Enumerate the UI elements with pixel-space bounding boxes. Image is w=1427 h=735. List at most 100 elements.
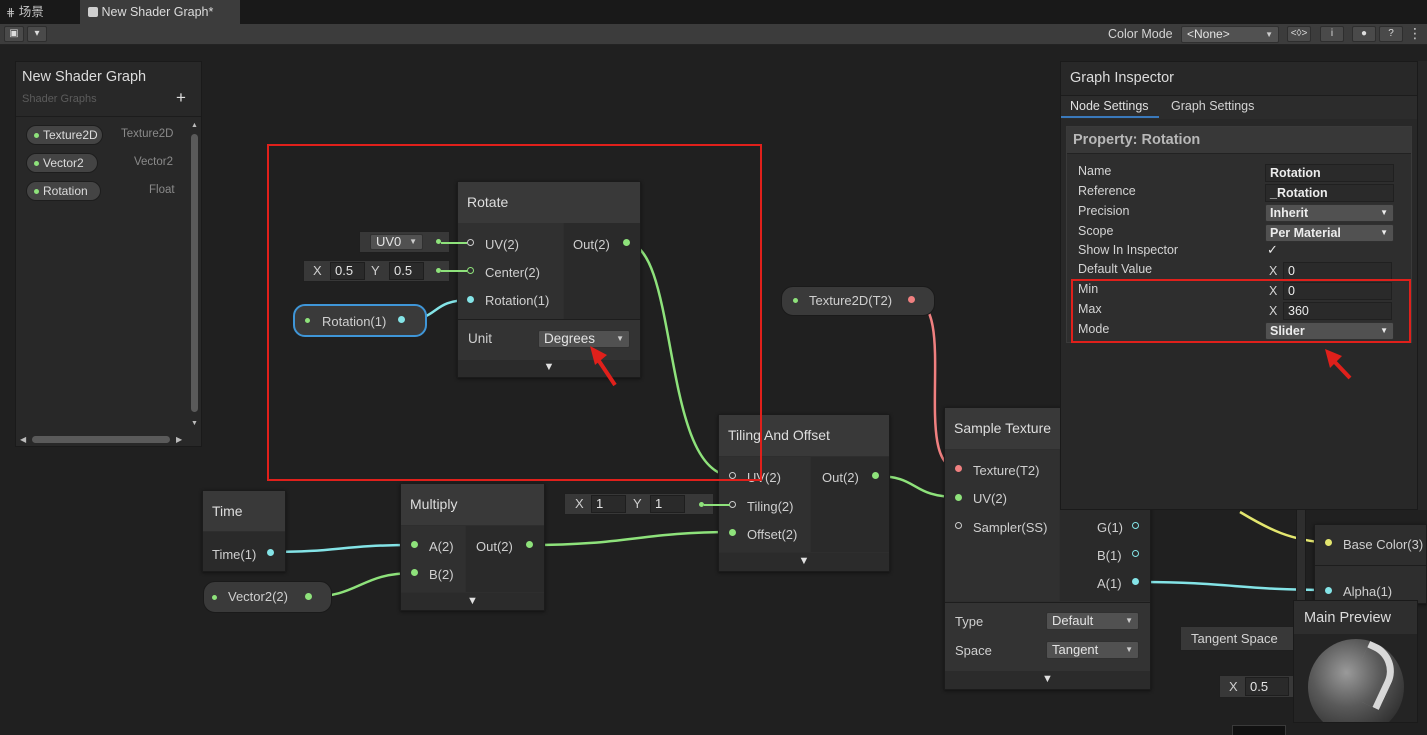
space-select[interactable]: Tangent ▼ [1046,641,1139,659]
time-node-title[interactable]: Time [203,491,285,531]
annotation-arrow-mode [1325,349,1352,380]
blackboard-panel: New Shader Graph Shader Graphs + Texture… [15,61,202,447]
tiling-y-field[interactable]: 1 [650,495,685,513]
vertical-scrollbar[interactable]: ▲ ▼ [190,122,200,430]
texture2d-property-label: Texture2D(T2) [809,293,893,308]
texture2d-output-port[interactable] [908,296,915,303]
vector2-property-label: Vector2(2) [228,589,288,604]
show-in-inspector-checkbox[interactable]: ✓ [1267,242,1278,258]
multiply-b-label: B(2) [429,567,454,582]
g-output-port[interactable] [1132,522,1139,529]
blackboard-item-texture2d[interactable]: Texture2D [26,125,103,145]
scope-value: Per Material [1270,226,1341,240]
vector2-property-node[interactable]: Vector2(2) [203,581,332,613]
a-output-port[interactable] [1132,578,1139,585]
precision-select[interactable]: Inherit ▼ [1265,204,1394,222]
name-label: Name [1078,164,1112,178]
blackboard-item-label: Rotation [43,184,88,198]
wire-multiply-to-tiling [529,530,734,547]
multiply-node[interactable]: Multiply ▼ [400,483,545,611]
preview-viewport[interactable] [1294,634,1417,722]
blackboard-item-rotation[interactable]: Rotation [26,181,101,201]
sampler-label: Sampler(SS) [973,520,1048,535]
precision-label: Precision [1078,204,1130,218]
default-x-label: X [1269,264,1278,278]
multiply-a-port[interactable] [411,541,418,548]
time-output-label: Time(1) [212,547,257,562]
multiply-output-port[interactable] [526,541,533,548]
b-output-port[interactable] [1132,550,1139,557]
vector2-output-port[interactable] [305,593,312,600]
alpha-port[interactable] [1325,587,1332,594]
blackboard-subtitle: Shader Graphs [22,93,97,105]
add-property-button[interactable]: + [176,88,186,108]
sample-texture-input-label: Texture(T2) [973,463,1040,478]
tiling-collapse[interactable]: ▼ [719,553,889,571]
g-output-label: G(1) [1097,520,1123,535]
multiply-b-port[interactable] [411,569,418,576]
sample-texture-collapse[interactable]: ▼ [945,671,1150,689]
tiling-offset-port[interactable] [729,529,736,536]
scroll-right-icon[interactable]: ▶ [176,435,182,444]
annotation-arrow-unit [590,346,617,387]
multiply-node-title[interactable]: Multiply [401,484,544,525]
main-preview-panel[interactable]: Main Preview [1293,600,1418,723]
sample-uv-label: UV(2) [973,491,1007,506]
tiling-tiling-port[interactable] [729,501,736,508]
chevron-down-icon[interactable]: ▼ [401,595,544,607]
sample-texture-input-port[interactable] [955,465,962,472]
horizontal-scrollbar[interactable]: ◀ ▶ [18,435,186,445]
scrollbar-thumb[interactable] [32,436,170,443]
tiling-x-field[interactable]: 1 [591,495,626,513]
sample-uv-port[interactable] [955,494,962,501]
wire-time-to-multiply [269,543,415,554]
scrollbar-thumb[interactable] [191,134,198,412]
space-label: Space [955,643,992,658]
main-preview-title: Main Preview [1304,610,1392,626]
annotation-box-rotate [267,144,762,481]
reference-label: Reference [1078,184,1136,198]
scroll-up-icon[interactable]: ▲ [191,122,198,129]
scroll-left-icon[interactable]: ◀ [20,435,26,444]
multiply-outputs [466,526,544,592]
reference-field[interactable]: _Rotation [1265,184,1394,202]
tiling-x-label: X [575,496,584,511]
blackboard-item-type: Float [149,184,175,196]
property-dot [793,298,798,303]
multiply-a-label: A(2) [429,539,454,554]
default-value-field[interactable]: 0 [1283,262,1392,280]
scroll-down-icon[interactable]: ▼ [191,420,198,427]
blackboard-item-label: Texture2D [43,128,98,142]
sampler-port[interactable] [955,522,962,529]
multiply-collapse[interactable]: ▼ [401,593,544,610]
base-color-port[interactable] [1325,539,1332,546]
property-section-title: Property: Rotation [1073,132,1201,148]
blackboard-item-type: Vector2 [134,156,173,168]
base-color-label: Base Color(3) [1343,537,1424,552]
precision-value: Inherit [1270,206,1309,220]
tab-node-settings[interactable]: Node Settings [1061,95,1159,118]
space-value: Tangent [1052,642,1099,657]
chevron-down-icon[interactable]: ▼ [945,673,1150,685]
tangent-space-field[interactable]: Tangent Space [1180,626,1294,651]
tab-graph-settings-label: Graph Settings [1171,99,1255,113]
bottom-x-field[interactable]: 0.5 [1245,677,1289,696]
tiling-tiling-label: Tiling(2) [747,499,794,514]
tiling-output-port[interactable] [872,472,879,479]
tiling-y-label: Y [633,496,642,511]
chevron-down-icon: ▼ [1125,645,1133,654]
tab-graph-settings[interactable]: Graph Settings [1164,95,1260,118]
inline-wire [704,504,730,506]
type-select[interactable]: Default ▼ [1046,612,1139,630]
b-output-label: B(1) [1097,548,1122,563]
time-output-port[interactable] [267,549,274,556]
alpha-label: Alpha(1) [1343,584,1393,599]
multiply-output-label: Out(2) [476,539,513,554]
tab-node-settings-label: Node Settings [1070,99,1149,113]
name-field[interactable]: Rotation [1265,164,1394,182]
scope-select[interactable]: Per Material ▼ [1265,224,1394,242]
blackboard-item-vector2[interactable]: Vector2 [26,153,98,173]
a-output-label: A(1) [1097,576,1122,591]
chevron-down-icon[interactable]: ▼ [719,555,889,567]
type-label: Type [955,614,984,629]
